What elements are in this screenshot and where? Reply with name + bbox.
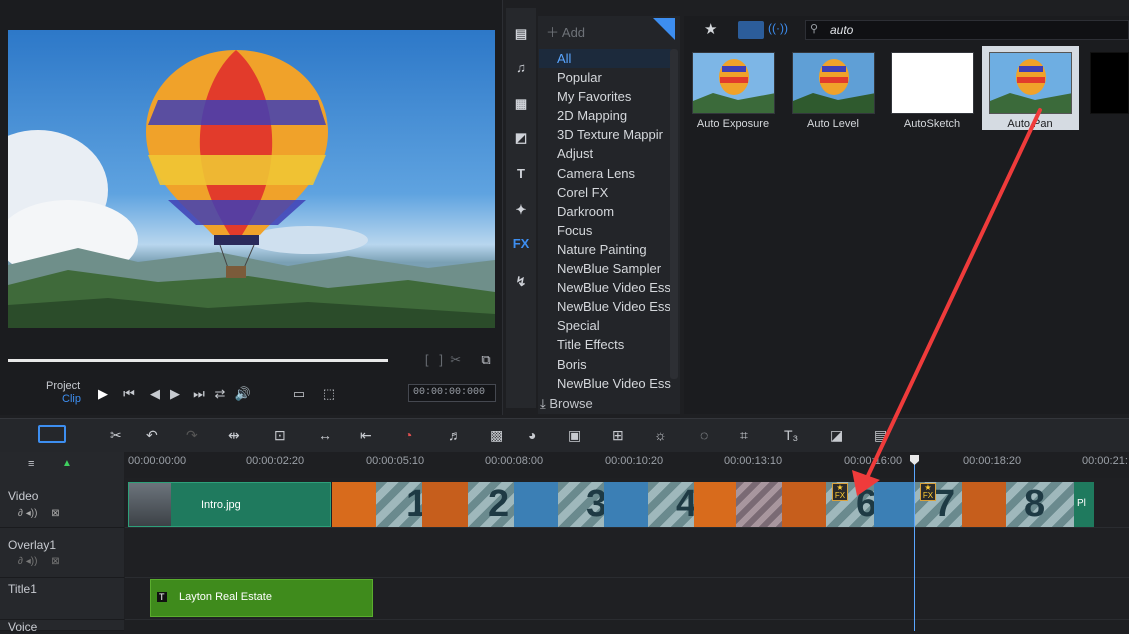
annotation-arrow-overlay bbox=[852, 108, 1042, 496]
annotation-arrow-icon bbox=[864, 108, 1042, 482]
